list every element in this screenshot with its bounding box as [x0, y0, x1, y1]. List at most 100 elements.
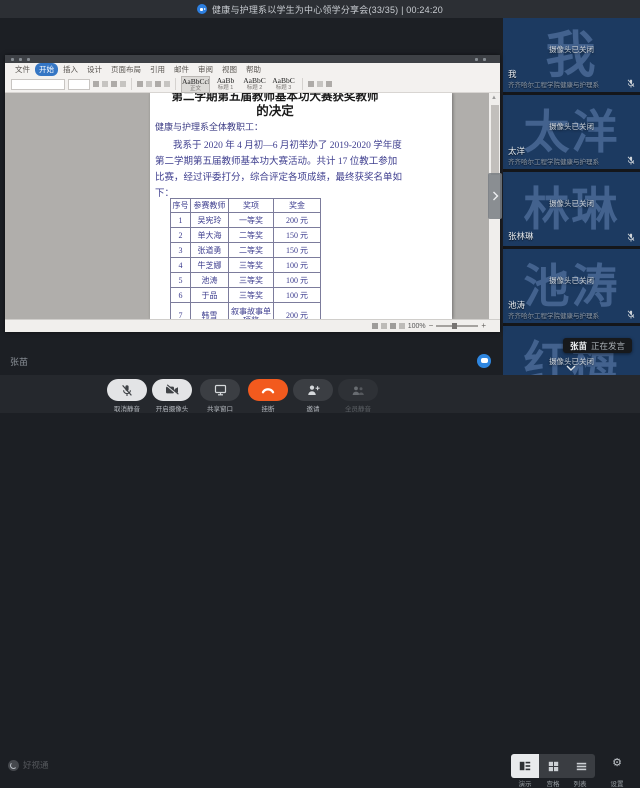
view-presentation-button[interactable]	[511, 754, 539, 778]
underline-icon[interactable]	[111, 81, 117, 87]
align-icon[interactable]	[155, 81, 161, 87]
cell: 吴宪玲	[191, 213, 229, 228]
mic-muted-icon	[627, 79, 635, 88]
document-canvas[interactable]: 第二学期第五届教师基本功大赛获奖教师 的决定 健康与护理系全体教职工： 我系于 …	[5, 93, 489, 319]
mute-all-button[interactable]: 全员静音	[330, 379, 386, 413]
share-window-icon	[214, 384, 227, 396]
menu-references[interactable]: 引用	[146, 63, 169, 76]
cell: 7	[171, 303, 191, 320]
style-heading2[interactable]: AaBbC 标题 2	[241, 76, 268, 93]
camera-off-text: 摄像头已关闭	[503, 121, 640, 132]
table-row: 5 池涛 三等奖 100 元	[171, 273, 321, 288]
style-normal[interactable]: AaBbCcDd 正文	[181, 76, 210, 93]
participant-tile[interactable]: 池涛 摄像头已关闭 池涛 齐齐哈尔工程学院健康与护理系	[503, 249, 640, 323]
brand-logo-icon	[8, 760, 19, 771]
cell: 三等奖	[229, 288, 274, 303]
chevron-right-icon	[491, 190, 500, 202]
header-cell: 参赛教师	[191, 199, 229, 213]
brand-logo: 好视通	[8, 759, 49, 771]
chevron-down-icon[interactable]	[565, 364, 577, 372]
replace-icon[interactable]	[317, 81, 323, 87]
cell: 牛芝娜	[191, 258, 229, 273]
shading-icon[interactable]	[164, 81, 170, 87]
view-grid-button[interactable]	[539, 754, 567, 778]
participant-tile[interactable]: 太洋 摄像头已关闭 太洋 齐齐哈尔工程学院健康与护理系	[503, 95, 640, 169]
view-list-button[interactable]	[567, 754, 595, 778]
ribbon-separator	[175, 78, 176, 90]
cell: 张道勇	[191, 243, 229, 258]
style-gallery: AaBbCcDd 正文 AaBb 标题 1 AaBbC 标题 2 AaBbC 标…	[181, 76, 297, 93]
zoom-in-icon[interactable]: +	[481, 323, 486, 329]
scrollbar-thumb[interactable]	[491, 105, 499, 175]
ribbon-separator	[302, 78, 303, 90]
cell: 三等奖	[229, 258, 274, 273]
zoom-slider-knob[interactable]	[452, 323, 457, 329]
speaking-tooltip: 张苗 正在发言	[563, 338, 632, 353]
doc-body-line: 下：	[155, 185, 447, 199]
italic-icon[interactable]	[102, 81, 108, 87]
cell: 叙事故事单项奖	[229, 303, 274, 320]
menu-help[interactable]: 帮助	[242, 63, 265, 76]
bold-icon[interactable]	[93, 81, 99, 87]
doc-body-line: 我系于 2020 年 4 月初—6 月初举办了 2019-2020 学年度	[155, 137, 447, 151]
web-layout-icon[interactable]	[390, 323, 396, 329]
read-mode-icon[interactable]	[372, 323, 378, 329]
cell: 1	[171, 213, 191, 228]
grid-view-icon	[548, 761, 559, 772]
cell: 100 元	[274, 288, 321, 303]
cell: 150 元	[274, 243, 321, 258]
numbering-icon[interactable]	[146, 81, 152, 87]
menu-home[interactable]: 开始	[35, 63, 58, 76]
menu-design[interactable]: 设计	[83, 63, 106, 76]
participant-tile[interactable]: 林琳 摄像头已关闭 张林琳	[503, 172, 640, 246]
style-heading3[interactable]: AaBbC 标题 3	[270, 76, 297, 93]
zoom-slider[interactable]	[436, 325, 478, 327]
window-close-icon[interactable]	[483, 58, 486, 61]
menu-review[interactable]: 审阅	[194, 63, 217, 76]
save-icon[interactable]	[11, 58, 14, 61]
font-color-icon[interactable]	[120, 81, 126, 87]
speaking-status: 正在发言	[591, 340, 625, 352]
settings-label: 设置	[603, 778, 631, 788]
camera-off-text: 摄像头已关闭	[503, 198, 640, 209]
chat-bubble-button[interactable]	[477, 354, 491, 368]
table-row: 7 韩雪 叙事故事单项奖 200 元	[171, 303, 321, 320]
style-heading1[interactable]: AaBb 标题 1	[212, 76, 239, 93]
doc-body-line: 比赛，经过评委打分，综合评定各项成绩，最终获奖名单如	[155, 169, 447, 183]
table-row: 1 吴宪玲 一等奖 200 元	[171, 213, 321, 228]
outline-view-icon[interactable]	[399, 323, 405, 329]
word-titlebar	[5, 55, 500, 63]
font-size-select[interactable]	[68, 79, 90, 90]
mic-muted-icon	[627, 233, 635, 242]
redo-icon[interactable]	[27, 58, 30, 61]
cell: 韩雪	[191, 303, 229, 320]
view-list-label: 列表	[566, 778, 594, 788]
select-icon[interactable]	[326, 81, 332, 87]
font-name-select[interactable]	[11, 79, 65, 90]
print-layout-icon[interactable]	[381, 323, 387, 329]
participant-tile[interactable]: 我 摄像头已关闭 我 齐齐哈尔工程学院健康与护理系	[503, 18, 640, 92]
cell: 三等奖	[229, 273, 274, 288]
find-icon[interactable]	[308, 81, 314, 87]
bullets-icon[interactable]	[137, 81, 143, 87]
sidebar-collapse-handle[interactable]	[488, 173, 502, 219]
cell: 池涛	[191, 273, 229, 288]
header-cell: 奖金	[274, 199, 321, 213]
settings-button[interactable]: ⚙	[603, 756, 631, 769]
menu-layout[interactable]: 页面布局	[107, 63, 145, 76]
camera-off-text: 摄像头已关闭	[503, 44, 640, 55]
scroll-up-icon[interactable]: ▲	[491, 95, 497, 101]
menu-insert[interactable]: 插入	[59, 63, 82, 76]
zoom-out-icon[interactable]: −	[429, 323, 434, 329]
menu-view[interactable]: 视图	[218, 63, 241, 76]
view-mode-switch	[511, 754, 595, 778]
participant-org: 齐齐哈尔工程学院健康与护理系	[508, 79, 599, 89]
view-grid-label: 宫格	[539, 778, 567, 788]
document-page[interactable]: 第二学期第五届教师基本功大赛获奖教师 的决定 健康与护理系全体教职工： 我系于 …	[150, 93, 452, 319]
window-controls-icon[interactable]	[475, 58, 478, 61]
menu-file[interactable]: 文件	[11, 63, 34, 76]
table-row: 6 于品 三等奖 100 元	[171, 288, 321, 303]
cell: 100 元	[274, 258, 321, 273]
menu-mailings[interactable]: 邮件	[170, 63, 193, 76]
undo-icon[interactable]	[19, 58, 22, 61]
